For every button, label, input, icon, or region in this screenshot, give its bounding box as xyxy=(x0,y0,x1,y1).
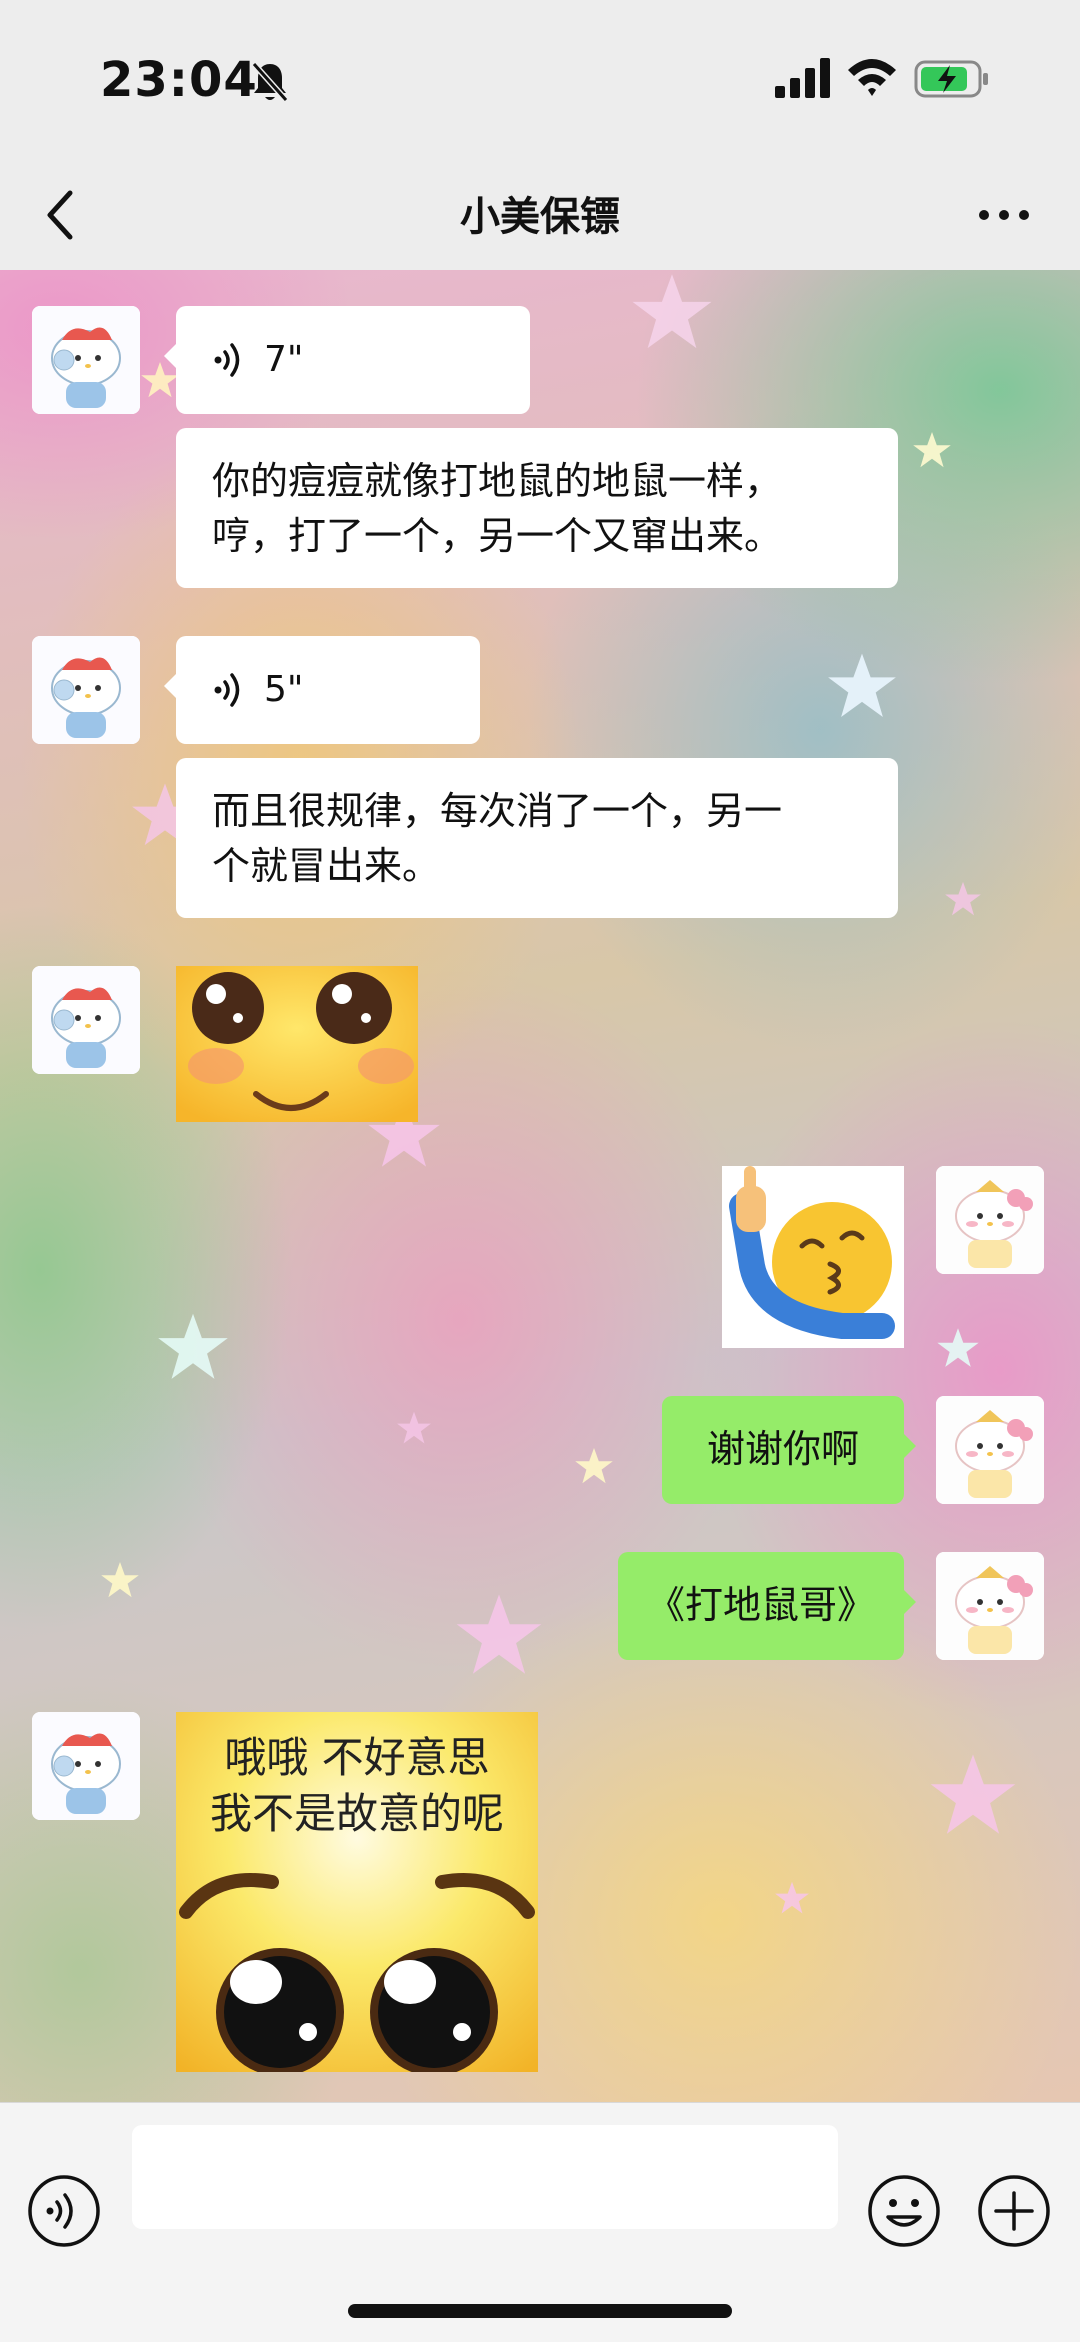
star-decoration-icon xyxy=(913,432,951,468)
star-decoration-icon xyxy=(945,881,981,916)
emoji-button-icon[interactable] xyxy=(866,2173,942,2249)
voice-duration: 5" xyxy=(264,669,304,710)
sticker-message[interactable] xyxy=(722,1166,904,1348)
home-indicator[interactable] xyxy=(348,2304,732,2318)
sticker-message[interactable]: 哦哦 不好意思 我不是故意的呢 xyxy=(176,1712,538,2072)
star-decoration-icon xyxy=(158,1313,228,1379)
sticker-message[interactable] xyxy=(176,966,418,1122)
message-text: 《打地鼠哥》 xyxy=(646,1583,875,1627)
plus-button-icon[interactable] xyxy=(976,2173,1052,2249)
hello-kitty-blue-avatar-icon xyxy=(32,306,140,414)
sent-text-bubble[interactable]: 谢谢你啊 xyxy=(662,1396,916,1504)
sticker-caption: 哦哦 不好意思 我不是故意的呢 xyxy=(209,1733,504,1838)
user-avatar[interactable] xyxy=(936,1166,1044,1274)
hello-kitty-blue-avatar-icon xyxy=(32,966,140,1074)
contact-avatar[interactable] xyxy=(32,1712,140,1820)
shy-smile-emoji-icon xyxy=(176,966,418,1122)
status-time: 23:04 xyxy=(100,52,258,108)
chat-area[interactable]: 7" 你的痘痘就像打地鼠的地鼠一样， 哼，打了一个，另一个又窜出来。 5" 而且… xyxy=(0,270,1080,2102)
battery-charging-icon xyxy=(914,60,988,98)
chat-title: 小美保镖 xyxy=(460,194,620,240)
user-avatar[interactable] xyxy=(936,1552,1044,1660)
star-decoration-icon xyxy=(937,1328,979,1367)
hello-kitty-pink-avatar-icon xyxy=(936,1166,1044,1274)
message-text: 谢谢你啊 xyxy=(706,1427,859,1471)
message-text: 而且很规律，每次消了一个，另一 个就冒出来。 xyxy=(212,789,783,888)
hello-kitty-blue-avatar-icon xyxy=(32,1712,140,1820)
voice-input-button-icon[interactable] xyxy=(26,2173,102,2249)
bubble-tail xyxy=(164,674,176,698)
voice-message-bubble[interactable]: 5" xyxy=(164,636,480,744)
star-decoration-icon xyxy=(575,1448,613,1484)
bubble-tail xyxy=(904,1434,916,1458)
hello-kitty-blue-avatar-icon xyxy=(32,636,140,744)
contact-avatar[interactable] xyxy=(32,966,140,1074)
voice-wave-icon xyxy=(214,343,240,377)
text-message-bubble[interactable]: 你的痘痘就像打地鼠的地鼠一样， 哼，打了一个，另一个又窜出来。 xyxy=(176,428,898,588)
cellular-signal-icon xyxy=(775,58,830,98)
star-decoration-icon xyxy=(828,653,896,717)
star-decoration-icon xyxy=(930,1754,1016,1834)
star-decoration-icon xyxy=(397,1411,431,1444)
voice-wave-icon xyxy=(214,673,240,707)
sent-text-bubble[interactable]: 《打地鼠哥》 xyxy=(618,1552,916,1660)
star-decoration-icon xyxy=(775,1881,809,1914)
bubble-tail xyxy=(904,1590,916,1614)
hello-kitty-pink-avatar-icon xyxy=(936,1552,1044,1660)
contact-avatar[interactable] xyxy=(32,306,140,414)
voice-duration: 7" xyxy=(264,339,304,380)
star-decoration-icon xyxy=(456,1594,542,1674)
contact-avatar[interactable] xyxy=(32,636,140,744)
star-decoration-icon xyxy=(101,1562,139,1598)
text-message-bubble[interactable]: 而且很规律，每次消了一个，另一 个就冒出来。 xyxy=(176,758,898,918)
status-bar: 23:04 xyxy=(0,0,1080,160)
kissing-finger-up-emoji-icon xyxy=(722,1166,904,1348)
mute-bell-icon xyxy=(251,62,289,102)
chat-header: 小美保镖 xyxy=(0,160,1080,271)
message-text: 你的痘痘就像打地鼠的地鼠一样， 哼，打了一个，另一个又窜出来。 xyxy=(212,459,783,558)
message-input[interactable] xyxy=(132,2125,838,2229)
voice-message-bubble[interactable]: 7" xyxy=(164,306,530,414)
hello-kitty-pink-avatar-icon xyxy=(936,1396,1044,1504)
user-avatar[interactable] xyxy=(936,1396,1044,1504)
wifi-icon xyxy=(848,59,896,96)
bubble-tail xyxy=(164,344,176,368)
more-options-icon[interactable] xyxy=(976,192,1032,238)
star-decoration-icon xyxy=(632,274,712,349)
